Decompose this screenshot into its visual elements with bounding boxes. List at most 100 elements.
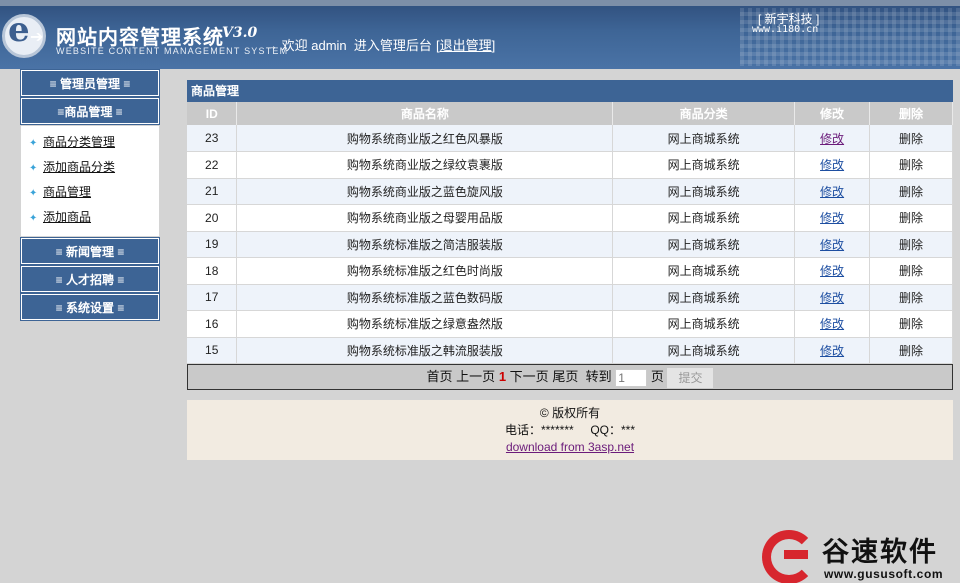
bullet-icon: ✦ [29,213,38,224]
cell-delete: 删除 [869,284,953,311]
cell-name: 购物系统标准版之蓝色数码版 [236,284,614,311]
pager-last[interactable]: 尾页 [552,369,578,384]
cell-delete: 删除 [869,257,953,285]
cell-name: 购物系统商业版之蓝色旋风版 [236,178,614,205]
col-header-delete: 删除 [869,102,953,125]
cell-category: 网上商城系统 [612,284,796,311]
delete-link[interactable]: 删除 [899,238,923,252]
cell-edit: 修改 [794,257,871,285]
table-row: 19 购物系统标准版之简洁服装版 网上商城系统 修改 删除 [187,231,953,258]
cell-id: 16 [187,310,238,338]
brand-url: www.i180.cn [752,24,819,35]
cell-name: 购物系统商业版之绿纹袁裹版 [236,151,614,179]
table-row: 21 购物系统商业版之蓝色旋风版 网上商城系统 修改 删除 [187,178,953,205]
cell-name: 购物系统标准版之红色时尚版 [236,257,614,285]
pager-current-page: 1 [498,369,507,384]
cell-name: 购物系统标准版之绿意盎然版 [236,310,614,338]
edit-link[interactable]: 修改 [820,264,844,278]
pager-next[interactable]: 下一页 [510,369,549,384]
watermark-url: www.gususoft.com [824,567,944,581]
header-top-stripe [0,0,960,6]
menu-recruitment[interactable]: ≡ 人才招聘 ≡ [20,265,160,293]
col-header-category: 商品分类 [612,102,796,125]
cell-id: 17 [187,284,238,311]
edit-link[interactable]: 修改 [820,344,844,358]
cell-id: 23 [187,125,238,152]
table-row: 15 购物系统标准版之韩流服装版 网上商城系统 修改 删除 [187,337,953,364]
cell-edit: 修改 [794,231,871,258]
submenu-item-product-manage[interactable]: ✦ 商品管理 [21,180,159,205]
watermark-text: 谷速软件 [822,537,938,567]
cell-edit: 修改 [794,125,871,152]
cell-id: 21 [187,178,238,205]
delete-link[interactable]: 删除 [899,158,923,172]
pager-submit-button[interactable]: 提交 [667,367,714,388]
edit-link[interactable]: 修改 [820,132,844,146]
menu-admin-management[interactable]: ≡ 管理员管理 ≡ [20,69,160,97]
cell-delete: 删除 [869,204,953,232]
cell-delete: 删除 [869,310,953,338]
col-header-id: ID [187,102,238,125]
pager-first[interactable]: 首页 [427,369,453,384]
edit-link[interactable]: 修改 [820,158,844,172]
product-submenu: ✦ 商品分类管理 ✦ 添加商品分类 ✦ 商品管理 ✦ 添加商品 [21,126,159,236]
site-version: V3.0 [222,25,258,41]
cell-category: 网上商城系统 [612,204,796,232]
cell-edit: 修改 [794,284,871,311]
enter-admin-link[interactable]: 进入管理后台 [354,38,432,53]
cell-category: 网上商城系统 [612,231,796,258]
main-panel: 商品管理 ID 商品名称 商品分类 修改 删除 23 购物系统商业版之红色风暴版… [187,80,953,460]
submenu-item-add-product[interactable]: ✦ 添加商品 [21,205,159,230]
footer-copyright: © 版权所有 [539,406,601,420]
site-subtitle: WEBSITE CONTENT MANAGEMENT SYSTEM [56,46,289,56]
delete-link[interactable]: 删除 [899,264,923,278]
logo-e-glyph: e [8,10,30,50]
submenu-label: 商品管理 [43,185,92,199]
footer: © 版权所有 电话：******* QQ：*** download from 3… [187,400,953,460]
delete-link[interactable]: 删除 [899,211,923,225]
menu-product-management[interactable]: ≡商品管理 ≡ [20,97,160,125]
menu-news-management[interactable]: ≡ 新闻管理 ≡ [20,237,160,265]
submenu-item-add-category[interactable]: ✦ 添加商品分类 [21,155,159,180]
table-header-row: ID 商品名称 商品分类 修改 删除 [187,102,953,125]
logout-link[interactable]: 退出管理 [440,38,492,53]
cell-delete: 删除 [869,151,953,179]
delete-link[interactable]: 删除 [899,291,923,305]
edit-link[interactable]: 修改 [820,317,844,331]
edit-link[interactable]: 修改 [820,238,844,252]
cell-id: 20 [187,204,238,232]
table-row: 17 购物系统标准版之蓝色数码版 网上商城系统 修改 删除 [187,284,953,311]
pager-goto-input[interactable] [615,368,648,387]
pager-prev[interactable]: 上一页 [456,369,495,384]
cell-id: 18 [187,257,238,285]
top-header: e ➔ 网站内容管理系统 V3.0 WEBSITE CONTENT MANAGE… [0,0,960,69]
footer-download-link[interactable]: download from 3asp.net [506,440,634,454]
delete-link[interactable]: 删除 [899,317,923,331]
cell-category: 网上商城系统 [612,151,796,179]
submenu-label: 添加商品 [43,210,92,224]
table-row: 20 购物系统商业版之母婴用品版 网上商城系统 修改 删除 [187,204,953,232]
col-header-edit: 修改 [794,102,871,125]
delete-link[interactable]: 删除 [899,185,923,199]
cell-edit: 修改 [794,151,871,179]
table-row: 18 购物系统标准版之红色时尚版 网上商城系统 修改 删除 [187,257,953,285]
cell-delete: 删除 [869,231,953,258]
menu-system-settings[interactable]: ≡ 系统设置 ≡ [20,293,160,321]
edit-link[interactable]: 修改 [820,185,844,199]
delete-link[interactable]: 删除 [899,344,923,358]
cell-id: 19 [187,231,238,258]
arrow-icon: → [265,38,278,53]
submenu-label: 商品分类管理 [43,135,116,149]
panel-title: 商品管理 [187,80,953,102]
cell-category: 网上商城系统 [612,337,796,364]
cell-name: 购物系统商业版之母婴用品版 [236,204,614,232]
delete-link[interactable]: 删除 [899,132,923,146]
cell-edit: 修改 [794,337,871,364]
pagination-bar: 首页 上一页 1 下一页 尾页 转到 页 提交 [187,364,953,390]
footer-contact: 电话：******* QQ：*** [504,423,636,437]
product-table: ID 商品名称 商品分类 修改 删除 23 购物系统商业版之红色风暴版 网上商城… [187,102,953,364]
cell-name: 购物系统标准版之简洁服装版 [236,231,614,258]
edit-link[interactable]: 修改 [820,211,844,225]
edit-link[interactable]: 修改 [820,291,844,305]
submenu-item-category-manage[interactable]: ✦ 商品分类管理 [21,130,159,155]
